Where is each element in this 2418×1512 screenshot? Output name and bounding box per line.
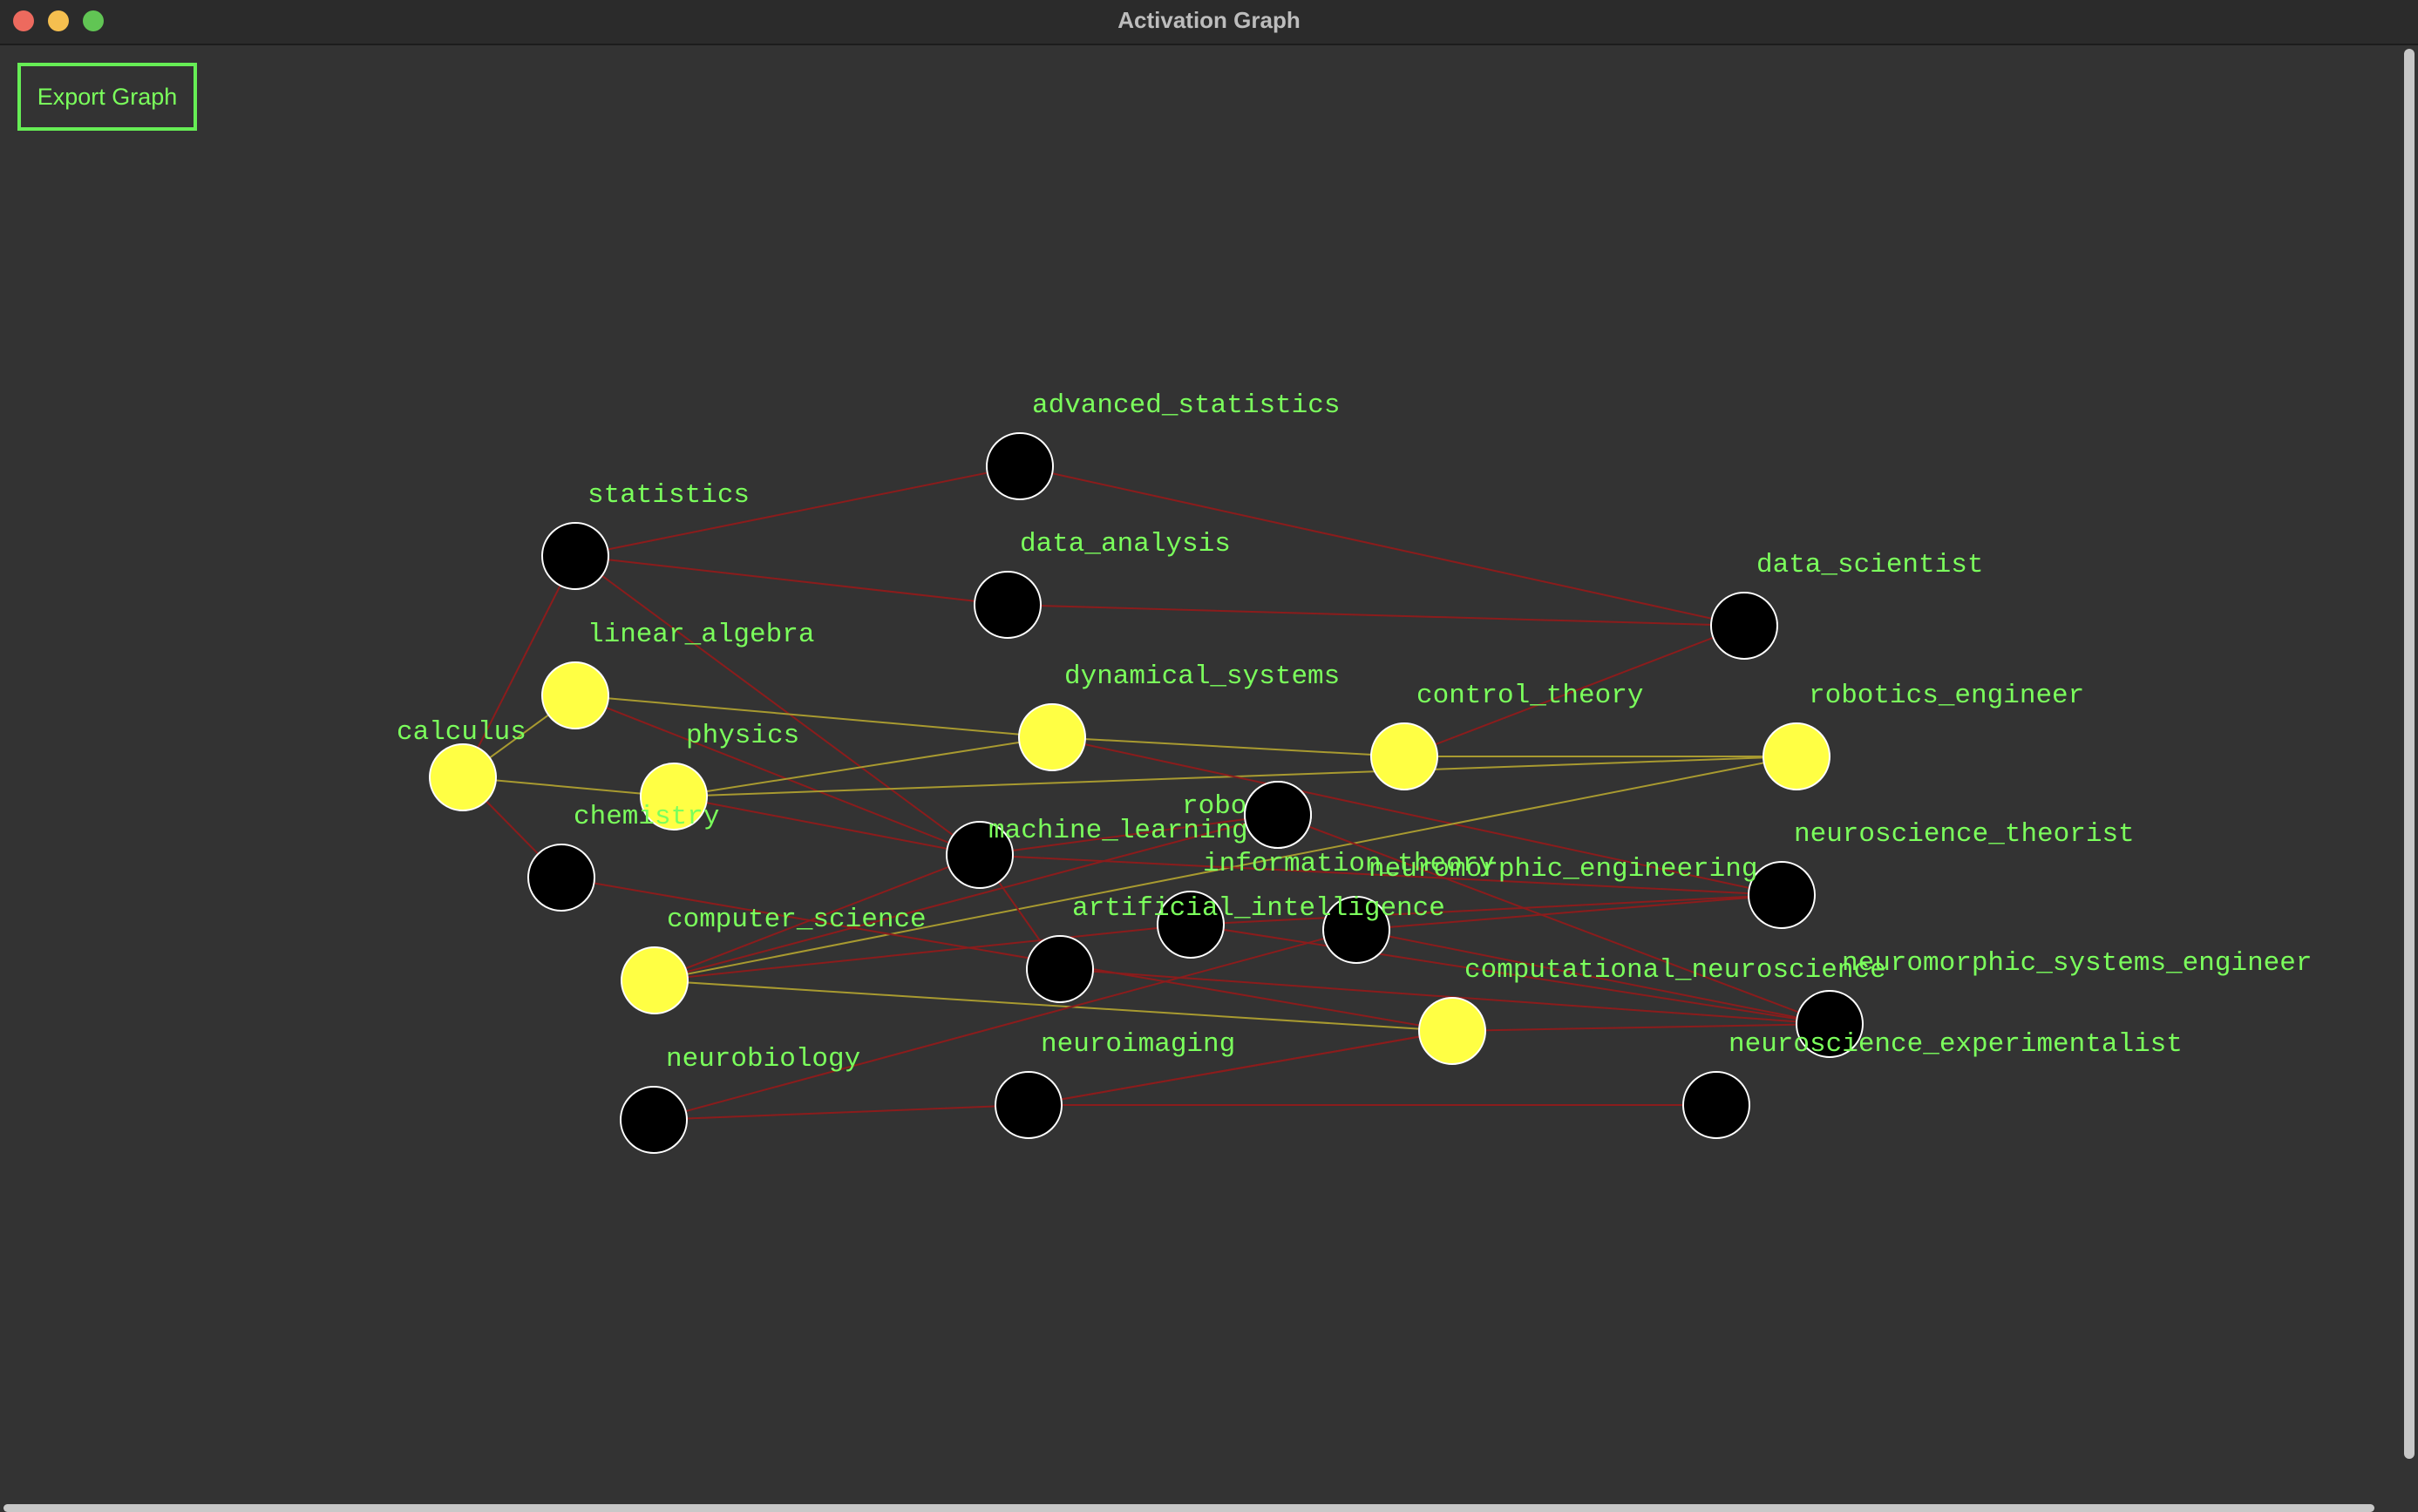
node-label: neuromorphic_engineering (1369, 854, 1757, 885)
node-label: data_analysis (1020, 529, 1231, 559)
node-neuroscience_theorist[interactable]: neuroscience_theorist (1748, 819, 2135, 929)
node-circle[interactable] (1763, 722, 1830, 790)
node-label: computational_neuroscience (1464, 955, 1886, 986)
node-data_scientist[interactable]: data_scientist (1710, 550, 1983, 660)
edge-linear_algebra-dynamical_systems (574, 695, 1053, 738)
node-label: chemistry (574, 802, 719, 832)
node-label: neuromorphic_systems_engineer (1842, 948, 2313, 979)
node-circle[interactable] (1370, 722, 1438, 790)
node-label: neuroscience_experimentalist (1729, 1029, 2183, 1060)
horizontal-scrollbar[interactable] (3, 1504, 2374, 1512)
node-circle[interactable] (541, 661, 609, 729)
node-extra_node[interactable] (1244, 781, 1312, 849)
node-label: artificial_intelligence (1072, 893, 1445, 924)
node-label: robotics_engineer (1809, 681, 2084, 711)
node-label: neuroimaging (1041, 1029, 1235, 1060)
edge-data_analysis-data_scientist (1007, 604, 1745, 627)
node-label: neurobiology (666, 1044, 860, 1075)
node-circle[interactable] (974, 571, 1042, 639)
node-circle[interactable] (541, 522, 609, 590)
node-circle[interactable] (1244, 781, 1312, 849)
node-circle[interactable] (1682, 1071, 1750, 1139)
node-circle[interactable] (1018, 703, 1086, 771)
edge-statistics-data_analysis (574, 555, 1009, 606)
node-control_theory[interactable]: control_theory (1370, 681, 1643, 790)
node-dynamical_systems[interactable]: dynamical_systems (1018, 661, 1340, 771)
node-neuroimaging[interactable]: neuroimaging (995, 1029, 1235, 1139)
node-neurobiology[interactable]: neurobiology (620, 1044, 860, 1154)
node-circle[interactable] (429, 743, 497, 811)
node-chemistry[interactable]: chemistry (527, 802, 719, 912)
node-label: calculus (397, 717, 526, 748)
node-label: computer_science (667, 905, 927, 935)
node-label: physics (686, 721, 799, 751)
node-data_analysis[interactable]: data_analysis (974, 529, 1231, 639)
node-circle[interactable] (620, 1086, 688, 1154)
node-circle[interactable] (527, 844, 595, 912)
edge-dynamical_systems-control_theory (1051, 736, 1405, 757)
edge-neurobiology-neuroimaging (653, 1104, 1029, 1121)
node-computer_science[interactable]: computer_science (621, 905, 927, 1014)
node-neuroscience_experimentalist[interactable]: neuroscience_experimentalist (1682, 1029, 2183, 1139)
node-circle[interactable] (1710, 592, 1778, 660)
node-circle[interactable] (1748, 861, 1816, 929)
node-label: machine_learning (988, 816, 1248, 846)
vertical-scrollbar[interactable] (2404, 49, 2415, 1459)
activation-graph[interactable]: advanced_statistics statistics data_analys… (0, 0, 2418, 1512)
node-label: control_theory (1416, 681, 1643, 711)
node-calculus[interactable]: calculus (397, 717, 526, 811)
node-label: linear_algebra (588, 620, 814, 650)
node-label: statistics (588, 480, 750, 511)
node-circle[interactable] (986, 432, 1054, 500)
node-label: advanced_statistics (1032, 390, 1340, 421)
node-circle[interactable] (621, 946, 689, 1014)
export-graph-button[interactable]: Export Graph (17, 63, 197, 131)
node-label: data_scientist (1756, 550, 1983, 580)
node-label: dynamical_systems (1064, 661, 1340, 692)
node-circle[interactable] (1418, 997, 1486, 1065)
node-circle[interactable] (995, 1071, 1063, 1139)
node-advanced_statistics[interactable]: advanced_statistics (986, 390, 1340, 500)
node-robotics_engineer[interactable]: robotics_engineer (1763, 681, 2084, 790)
node-circle[interactable] (1026, 935, 1094, 1003)
node-label: neuroscience_theorist (1794, 819, 2135, 850)
edge-physics-machine_learning (673, 796, 981, 856)
